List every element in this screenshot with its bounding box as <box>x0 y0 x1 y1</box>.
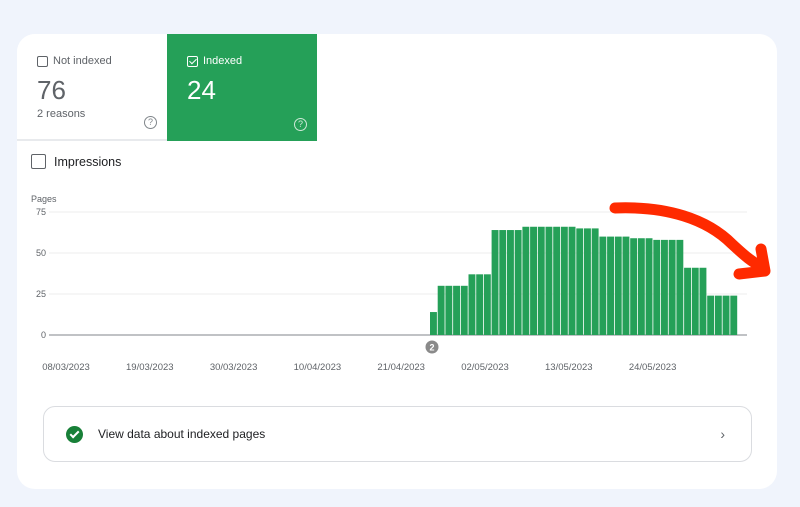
bar <box>445 285 453 335</box>
bar <box>730 295 738 335</box>
bar <box>691 267 699 335</box>
x-tick-label: 08/03/2023 <box>42 362 90 373</box>
bar <box>545 226 553 335</box>
bar <box>676 239 684 335</box>
x-tick-label: 10/04/2023 <box>294 362 342 373</box>
x-tick-label: 19/03/2023 <box>126 362 174 373</box>
x-tick-label: 13/05/2023 <box>545 362 593 373</box>
y-tick-label: 75 <box>36 207 46 217</box>
bar <box>614 236 622 335</box>
bar <box>491 230 499 335</box>
view-indexed-pages-link[interactable]: View data about indexed pages › <box>43 406 752 462</box>
chevron-right-icon: › <box>720 426 725 442</box>
bar <box>684 267 691 335</box>
annotation-marker-label: 2 <box>429 343 434 353</box>
bar <box>514 230 522 335</box>
bar <box>507 230 514 335</box>
bar <box>714 295 722 335</box>
x-tick-label: 21/04/2023 <box>377 362 425 373</box>
bar <box>722 295 730 335</box>
bar <box>568 226 576 335</box>
bar <box>430 312 437 335</box>
bar <box>460 285 468 335</box>
y-axis-label: Pages <box>31 194 57 204</box>
bar <box>599 236 607 335</box>
bar <box>437 285 445 335</box>
view-indexed-pages-label: View data about indexed pages <box>98 427 266 441</box>
bar <box>476 274 484 335</box>
bar <box>707 295 715 335</box>
bar <box>591 228 599 335</box>
y-tick-label: 0 <box>41 330 46 340</box>
bar <box>607 236 614 335</box>
bar <box>653 239 661 335</box>
bar <box>699 267 707 335</box>
bar <box>483 274 491 335</box>
bar <box>522 226 530 335</box>
bar <box>622 236 630 335</box>
bar <box>553 226 561 335</box>
y-tick-label: 25 <box>36 289 46 299</box>
bar <box>584 228 591 335</box>
bar <box>630 238 638 335</box>
bar <box>645 238 653 335</box>
y-tick-label: 50 <box>36 248 46 258</box>
bar <box>468 274 476 335</box>
check-circle-icon <box>66 425 83 443</box>
bar <box>499 230 507 335</box>
bar <box>637 238 645 335</box>
bar <box>537 226 545 335</box>
x-tick-label: 30/03/2023 <box>210 362 258 373</box>
bar <box>560 226 568 335</box>
bar <box>668 239 676 335</box>
page-indexing-card: Not indexed 76 2 reasons ? Indexed 24 ? … <box>17 34 777 489</box>
indexed-pages-chart: Pages 0 25 50 75 08/03/2023 19/03/2023 30/03/20… <box>31 194 771 373</box>
bar <box>530 226 537 335</box>
x-tick-label: 24/05/2023 <box>629 362 677 373</box>
bar <box>453 285 460 335</box>
bar <box>661 239 668 335</box>
bar <box>576 228 584 335</box>
x-tick-label: 02/05/2023 <box>461 362 509 373</box>
